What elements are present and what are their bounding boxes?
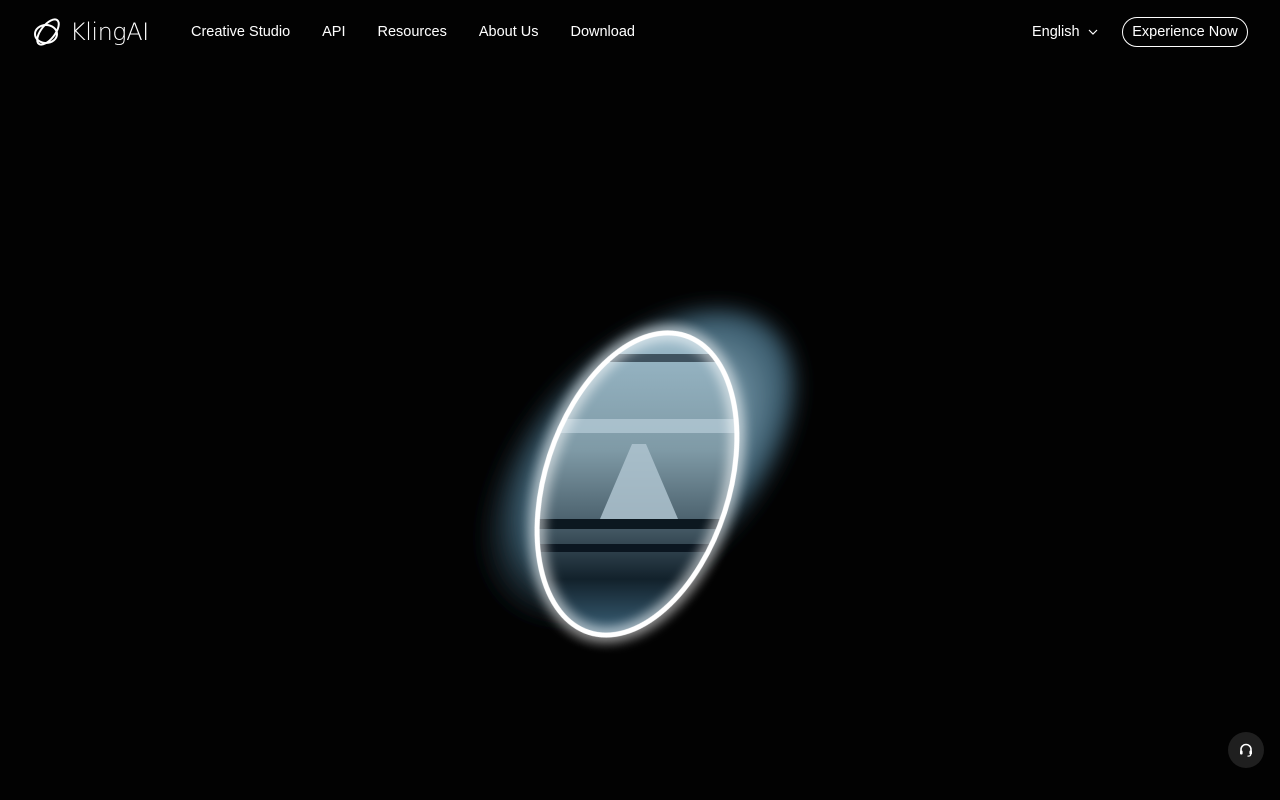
nav-about-us[interactable]: About Us	[479, 24, 539, 40]
chevron-down-icon	[1088, 29, 1097, 35]
language-label: English	[1032, 24, 1080, 40]
nav-download[interactable]: Download	[570, 24, 635, 40]
nav-api[interactable]: API	[322, 24, 345, 40]
site-header: KlingAI Creative Studio API Resources Ab…	[0, 0, 1280, 64]
nav-creative-studio[interactable]: Creative Studio	[191, 24, 290, 40]
kling-logo-icon	[34, 18, 60, 46]
page: KlingAI Creative Studio API Resources Ab…	[0, 0, 1280, 800]
nav-resources[interactable]: Resources	[378, 24, 447, 40]
language-selector[interactable]: English	[1032, 22, 1098, 42]
support-chat-button[interactable]	[1228, 732, 1264, 768]
portal-ring-visual	[484, 308, 796, 654]
headset-icon	[1240, 743, 1252, 757]
brand-name: KlingAI	[70, 18, 149, 46]
main-nav: Creative Studio API Resources About Us D…	[191, 0, 635, 64]
logo-link[interactable]: KlingAI	[32, 15, 149, 49]
experience-now-button[interactable]: Experience Now	[1122, 17, 1248, 47]
hero-section	[0, 64, 1280, 800]
